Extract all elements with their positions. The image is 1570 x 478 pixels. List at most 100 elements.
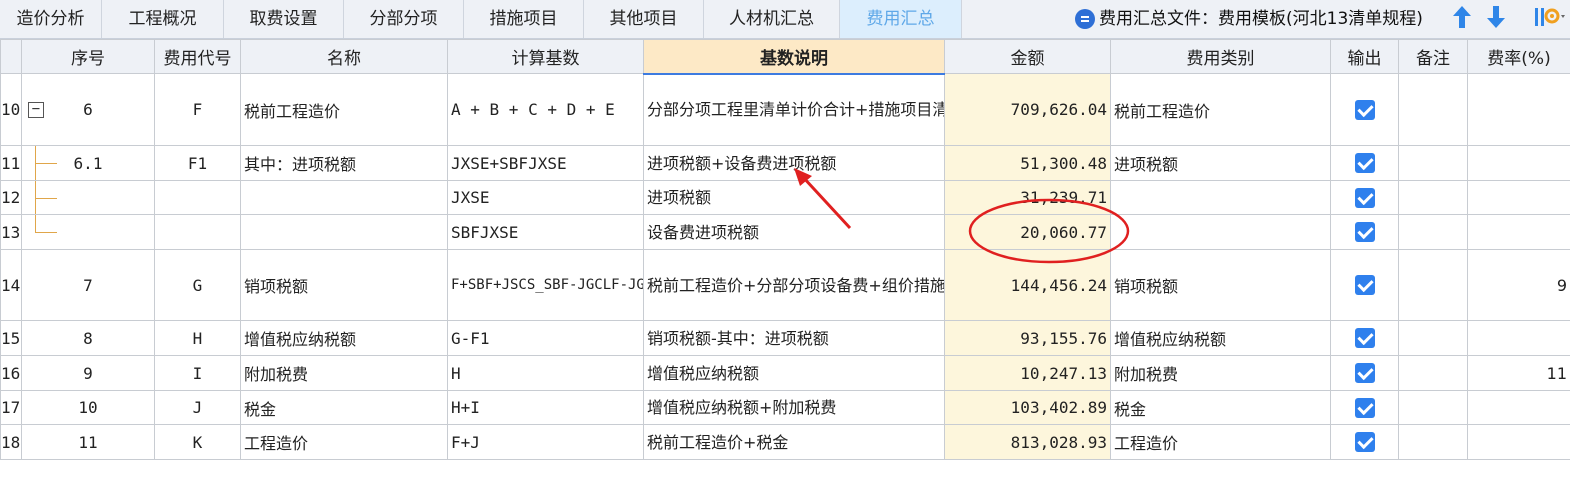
- category-cell[interactable]: [1110, 214, 1331, 250]
- name-cell[interactable]: [240, 214, 448, 250]
- seq-cell[interactable]: 8: [21, 320, 155, 356]
- summary-file-label[interactable]: 费用汇总文件：费用模板(河北13清单规程): [1099, 0, 1423, 38]
- tab-fee-settings[interactable]: 取费设置: [224, 0, 344, 38]
- column-header-amount[interactable]: 金额: [944, 39, 1111, 74]
- base-cell[interactable]: H+I: [447, 390, 644, 425]
- tab-other-items[interactable]: 其他项目: [584, 0, 704, 38]
- amount-cell[interactable]: 31,239.71: [944, 180, 1111, 215]
- category-cell[interactable]: 销项税额: [1110, 249, 1331, 321]
- code-cell[interactable]: I: [154, 355, 241, 391]
- table-row[interactable]: 17 10 J 税金 H+I 增值税应纳税额+附加税费 103,402.89 税…: [0, 390, 1570, 425]
- seq-cell[interactable]: 10: [21, 390, 155, 425]
- output-cell[interactable]: [1330, 73, 1399, 146]
- output-cell[interactable]: [1330, 390, 1399, 425]
- table-row[interactable]: 10 − 6 F 税前工程造价 A + B + C + D + E 分部分项工程…: [0, 73, 1570, 146]
- rate-cell[interactable]: [1467, 73, 1570, 146]
- output-cell[interactable]: [1330, 145, 1399, 181]
- seq-cell[interactable]: 9: [21, 355, 155, 391]
- base-desc-cell[interactable]: 税前工程造价+税金: [643, 424, 945, 460]
- name-cell[interactable]: 销项税额: [240, 249, 448, 321]
- seq-cell[interactable]: 6.1: [21, 145, 155, 181]
- name-cell[interactable]: 增值税应纳税额: [240, 320, 448, 356]
- seq-cell[interactable]: [21, 180, 155, 215]
- rate-cell[interactable]: 11: [1467, 355, 1570, 391]
- seq-cell[interactable]: 11: [21, 424, 155, 460]
- category-cell[interactable]: 增值税应纳税额: [1110, 320, 1331, 356]
- seq-cell[interactable]: − 6: [21, 73, 155, 146]
- output-checkbox[interactable]: [1354, 328, 1375, 349]
- tab-cost-analysis[interactable]: 造价分析: [0, 0, 102, 38]
- base-desc-cell[interactable]: 进项税额+设备费进项税额: [643, 145, 945, 181]
- table-row[interactable]: 11 6.1 F1 其中：进项税额 JXSE+SBFJXSE 进项税额+设备费进…: [0, 145, 1570, 181]
- output-checkbox[interactable]: [1354, 222, 1375, 243]
- output-checkbox[interactable]: [1354, 432, 1375, 453]
- tab-fee-summary[interactable]: 费用汇总: [840, 0, 962, 38]
- collapse-icon[interactable]: −: [28, 101, 44, 118]
- output-checkbox[interactable]: [1354, 153, 1375, 174]
- tab-sub-items[interactable]: 分部分项: [344, 0, 464, 38]
- base-desc-cell[interactable]: 设备费进项税额: [643, 214, 945, 250]
- base-desc-cell[interactable]: 销项税额-其中：进项税额: [643, 320, 945, 356]
- code-cell[interactable]: H: [154, 320, 241, 356]
- name-cell[interactable]: [240, 180, 448, 215]
- tab-project-overview[interactable]: 工程概况: [102, 0, 224, 38]
- tab-measures[interactable]: 措施项目: [464, 0, 584, 38]
- amount-cell[interactable]: 709,626.04: [944, 73, 1111, 146]
- table-row[interactable]: 16 9 I 附加税费 H 增值税应纳税额 10,247.13 附加税费 11: [0, 355, 1570, 391]
- remark-cell[interactable]: [1398, 355, 1468, 391]
- table-row[interactable]: 12 JXSE 进项税额 31,239.71: [0, 180, 1570, 215]
- amount-cell[interactable]: 813,028.93: [944, 424, 1111, 460]
- base-desc-cell[interactable]: 增值税应纳税额+附加税费: [643, 390, 945, 425]
- remark-cell[interactable]: [1398, 390, 1468, 425]
- name-cell[interactable]: 税前工程造价: [240, 73, 448, 146]
- base-cell[interactable]: G-F1: [447, 320, 644, 356]
- seq-cell[interactable]: [21, 214, 155, 250]
- category-cell[interactable]: [1110, 180, 1331, 215]
- output-cell[interactable]: [1330, 355, 1399, 391]
- arrow-up-icon[interactable]: [1448, 4, 1476, 34]
- rate-cell[interactable]: [1467, 390, 1570, 425]
- code-cell[interactable]: F1: [154, 145, 241, 181]
- output-cell[interactable]: [1330, 214, 1399, 250]
- column-header-category[interactable]: 费用类别: [1110, 39, 1331, 74]
- category-cell[interactable]: 工程造价: [1110, 424, 1331, 460]
- column-header-seq[interactable]: 序号: [21, 39, 155, 74]
- amount-cell[interactable]: 93,155.76: [944, 320, 1111, 356]
- remark-cell[interactable]: [1398, 424, 1468, 460]
- output-cell[interactable]: [1330, 424, 1399, 460]
- category-cell[interactable]: 税前工程造价: [1110, 73, 1331, 146]
- output-checkbox[interactable]: [1354, 363, 1375, 384]
- name-cell[interactable]: 工程造价: [240, 424, 448, 460]
- column-header-remark[interactable]: 备注: [1398, 39, 1468, 74]
- base-desc-cell[interactable]: 分部分项工程里清单计价合计+措施项目清单计价合计+其他项目清单计价合计+规费+安…: [643, 73, 945, 146]
- name-cell[interactable]: 附加税费: [240, 355, 448, 391]
- table-row[interactable]: 14 7 G 销项税额 F+SBF+JSCS_SBF-JGCLF-JGZCF-J…: [0, 249, 1570, 321]
- remark-cell[interactable]: [1398, 180, 1468, 215]
- output-checkbox[interactable]: [1354, 275, 1375, 296]
- output-cell[interactable]: [1330, 320, 1399, 356]
- base-desc-cell[interactable]: 增值税应纳税额: [643, 355, 945, 391]
- code-cell[interactable]: [154, 214, 241, 250]
- arrow-down-icon[interactable]: [1482, 4, 1510, 34]
- base-cell[interactable]: A + B + C + D + E: [447, 73, 644, 146]
- remark-cell[interactable]: [1398, 145, 1468, 181]
- rate-cell[interactable]: 9: [1467, 249, 1570, 321]
- table-row[interactable]: 18 11 K 工程造价 F+J 税前工程造价+税金 813,028.93 工程…: [0, 424, 1570, 460]
- column-header-base-desc[interactable]: 基数说明: [643, 39, 945, 75]
- category-cell[interactable]: 进项税额: [1110, 145, 1331, 181]
- base-cell[interactable]: JXSE: [447, 180, 644, 215]
- remark-cell[interactable]: [1398, 320, 1468, 356]
- output-checkbox[interactable]: [1354, 397, 1375, 418]
- base-cell[interactable]: SBFJXSE: [447, 214, 644, 250]
- column-header-rate[interactable]: 费率(%): [1467, 39, 1570, 74]
- remark-cell[interactable]: [1398, 214, 1468, 250]
- column-header-output[interactable]: 输出: [1330, 39, 1399, 74]
- output-cell[interactable]: [1330, 180, 1399, 215]
- name-cell[interactable]: 税金: [240, 390, 448, 425]
- remark-cell[interactable]: [1398, 249, 1468, 321]
- tab-labor-material-summary[interactable]: 人材机汇总: [704, 0, 840, 38]
- base-cell[interactable]: F+SBF+JSCS_SBF-JGCLF-JGZCF-JGSBF-F1: [447, 249, 644, 321]
- rate-cell[interactable]: [1467, 320, 1570, 356]
- rate-cell[interactable]: [1467, 180, 1570, 215]
- output-cell[interactable]: [1330, 249, 1399, 321]
